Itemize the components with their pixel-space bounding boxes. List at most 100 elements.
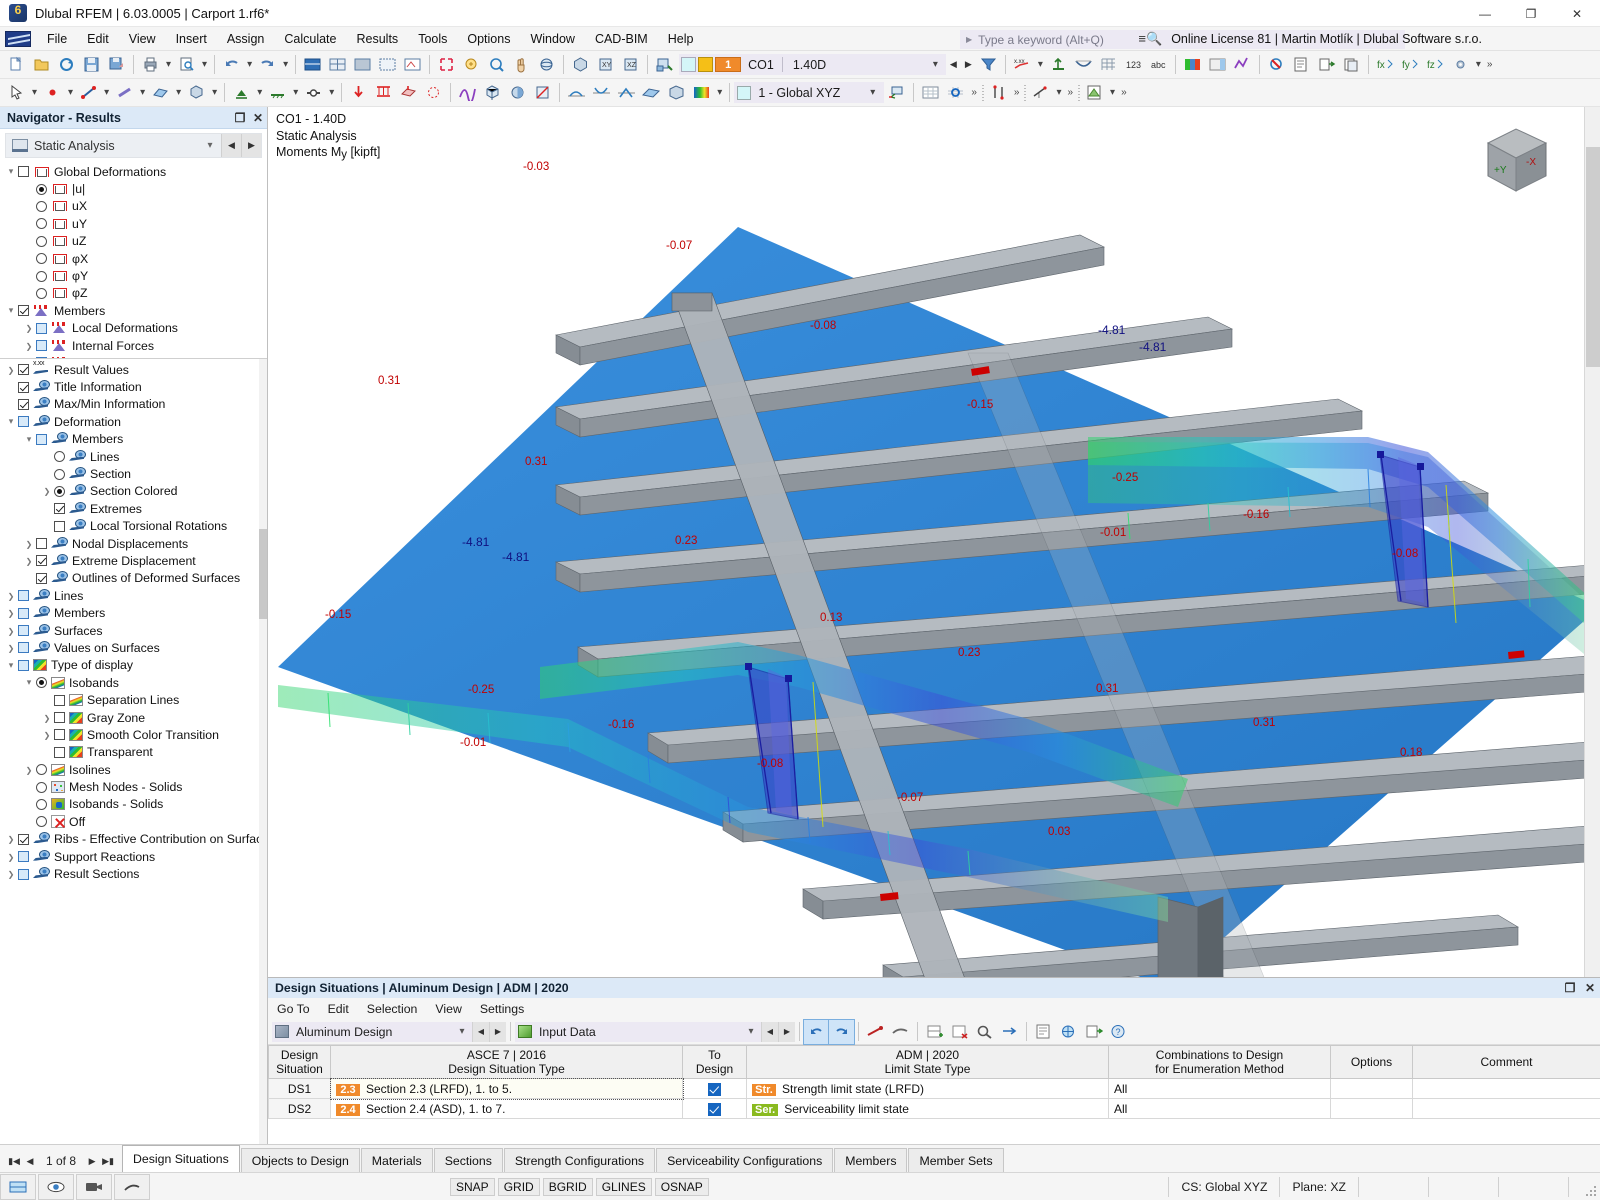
navigator-item[interactable]: Smooth Color Transition xyxy=(0,726,267,743)
view-iso-button[interactable] xyxy=(568,53,593,77)
navigator-item[interactable]: Result Values xyxy=(0,361,267,378)
refresh-button[interactable] xyxy=(54,53,79,77)
load-case-next-button[interactable]: ▶ xyxy=(961,59,976,70)
navigator-item[interactable]: uY xyxy=(0,215,267,232)
checkbox[interactable] xyxy=(54,747,65,758)
table-insert-row-button[interactable] xyxy=(922,1020,947,1044)
menu-edit-table[interactable]: Edit xyxy=(319,1000,358,1018)
cell-limit-state-type[interactable]: Str.Strength limit state (LRFD) xyxy=(747,1079,1109,1099)
snap-toggle-osnap[interactable]: OSNAP xyxy=(655,1178,709,1196)
checkbox[interactable] xyxy=(18,625,29,636)
checkbox[interactable] xyxy=(18,364,29,375)
open-file-button[interactable] xyxy=(29,53,54,77)
node-chevron-icon[interactable]: ▾ xyxy=(65,87,76,98)
radio-button[interactable] xyxy=(36,271,47,282)
copy-image-button[interactable] xyxy=(1339,53,1364,77)
table-overflow-button[interactable]: » xyxy=(1118,87,1130,98)
navigator-scrollbar[interactable] xyxy=(259,359,267,1144)
navigator-item[interactable]: Section xyxy=(0,465,267,482)
cell-combinations[interactable]: All xyxy=(1109,1099,1331,1119)
navigator-item[interactable]: Nodal Displacements xyxy=(0,535,267,552)
radio-button[interactable] xyxy=(36,782,47,793)
checkbox[interactable] xyxy=(36,538,47,549)
render-shaded-button[interactable] xyxy=(300,53,325,77)
render-wireframe-button[interactable] xyxy=(325,53,350,77)
tree-expander-icon[interactable] xyxy=(4,608,18,618)
table-tab[interactable]: Design Situations xyxy=(122,1145,240,1172)
pan-button[interactable] xyxy=(509,53,534,77)
rotate-view-button[interactable] xyxy=(534,53,559,77)
data-next-button[interactable]: ▶ xyxy=(778,1022,795,1042)
navigator-item[interactable]: Ribs - Effective Contribution on Surfac.… xyxy=(0,831,267,848)
draw-solid-button[interactable] xyxy=(184,81,209,105)
redo-dropdown-chevron-icon[interactable]: ▾ xyxy=(280,59,291,70)
table-chevron-icon[interactable]: ▾ xyxy=(1107,87,1118,98)
navigator-item[interactable]: Result Sections xyxy=(0,865,267,882)
toolbar1-overflow-button[interactable]: » xyxy=(1484,59,1496,70)
show-deformation-button[interactable] xyxy=(1071,53,1096,77)
select-chevron-icon[interactable]: ▾ xyxy=(29,87,40,98)
checkbox[interactable] xyxy=(54,712,65,723)
pager-last-button[interactable]: ▶▮ xyxy=(100,1156,116,1167)
preview-dropdown-chevron-icon[interactable]: ▾ xyxy=(199,59,210,70)
menu-selection[interactable]: Selection xyxy=(358,1000,427,1018)
fx-button[interactable]: fx xyxy=(1373,53,1398,77)
radio-button[interactable] xyxy=(36,799,47,810)
navigator-item[interactable]: Title Information xyxy=(0,378,267,395)
radio-button[interactable] xyxy=(54,486,65,497)
navigator-item[interactable]: Lines xyxy=(0,448,267,465)
cell-design-situation[interactable]: DS2 xyxy=(269,1099,331,1119)
redo-button[interactable] xyxy=(255,53,280,77)
snap-toggle-grid[interactable]: GRID xyxy=(498,1178,540,1196)
menu-file[interactable]: File xyxy=(37,29,77,49)
tree-expander-icon[interactable] xyxy=(22,341,36,351)
cell-to-design[interactable] xyxy=(683,1099,747,1119)
print-dropdown-chevron-icon[interactable]: ▾ xyxy=(163,59,174,70)
analysis-prev-button[interactable]: ◀ xyxy=(221,134,241,157)
cell-design-situation-type[interactable]: 2.4Section 2.4 (ASD), 1. to 7. xyxy=(331,1099,683,1119)
cell-comment[interactable] xyxy=(1413,1099,1600,1119)
tree-expander-icon[interactable] xyxy=(4,365,18,375)
table-redo-button[interactable] xyxy=(829,1020,854,1044)
draw-member-button[interactable] xyxy=(112,81,137,105)
checkbox[interactable] xyxy=(18,399,29,410)
checkbox[interactable] xyxy=(18,869,29,880)
surface-result-button[interactable] xyxy=(639,81,664,105)
undo-button[interactable] xyxy=(219,53,244,77)
navigator-item[interactable]: Members xyxy=(0,302,267,319)
colorscale-button[interactable] xyxy=(689,81,714,105)
module-next-button[interactable]: ▶ xyxy=(489,1022,506,1042)
tree-expander-icon[interactable] xyxy=(22,539,36,549)
load-case-selector-icon[interactable] xyxy=(652,53,677,77)
tree-expander-icon[interactable] xyxy=(22,323,36,333)
settings-gear-button[interactable] xyxy=(1448,53,1473,77)
radio-button[interactable] xyxy=(36,816,47,827)
table-deselect-button[interactable] xyxy=(888,1020,913,1044)
cell-design-situation[interactable]: DS1 xyxy=(269,1079,331,1099)
checkbox[interactable] xyxy=(54,503,65,514)
member-chevron-icon[interactable]: ▾ xyxy=(137,87,148,98)
analysis-chevron-down-icon[interactable]: ▾ xyxy=(199,140,221,151)
navigator-item[interactable]: Isobands xyxy=(0,674,267,691)
settings-chevron-icon[interactable]: ▾ xyxy=(1473,59,1484,70)
menu-tools[interactable]: Tools xyxy=(408,29,457,49)
navigator-item[interactable]: Extremes xyxy=(0,500,267,517)
radio-button[interactable] xyxy=(36,764,47,775)
table-export-button[interactable] xyxy=(1081,1020,1106,1044)
member-result-y-button[interactable] xyxy=(589,81,614,105)
table-undo-button[interactable] xyxy=(804,1020,829,1044)
zoom-all-button[interactable] xyxy=(459,53,484,77)
navigator-tree-results[interactable]: Global Deformations|u|uXuYuZφXφYφZMember… xyxy=(0,161,267,359)
save-as-button[interactable] xyxy=(104,53,129,77)
close-button[interactable]: ✕ xyxy=(1554,0,1600,27)
table-globe-button[interactable] xyxy=(1056,1020,1081,1044)
cell-design-situation-type[interactable]: 2.3Section 2.3 (LRFD), 1. to 5. xyxy=(331,1079,683,1099)
module-combo[interactable]: Aluminum Design ▾ xyxy=(272,1022,472,1042)
navigator-item[interactable]: φY xyxy=(0,267,267,284)
navigator-tree-display[interactable]: Result ValuesTitle InformationMax/Min In… xyxy=(0,359,267,1144)
checkbox[interactable] xyxy=(18,851,29,862)
menu-settings[interactable]: Settings xyxy=(471,1000,533,1018)
radio-button[interactable] xyxy=(36,236,47,247)
navigator-close-icon[interactable]: ✕ xyxy=(249,111,267,125)
results-diagram-button[interactable] xyxy=(455,81,480,105)
